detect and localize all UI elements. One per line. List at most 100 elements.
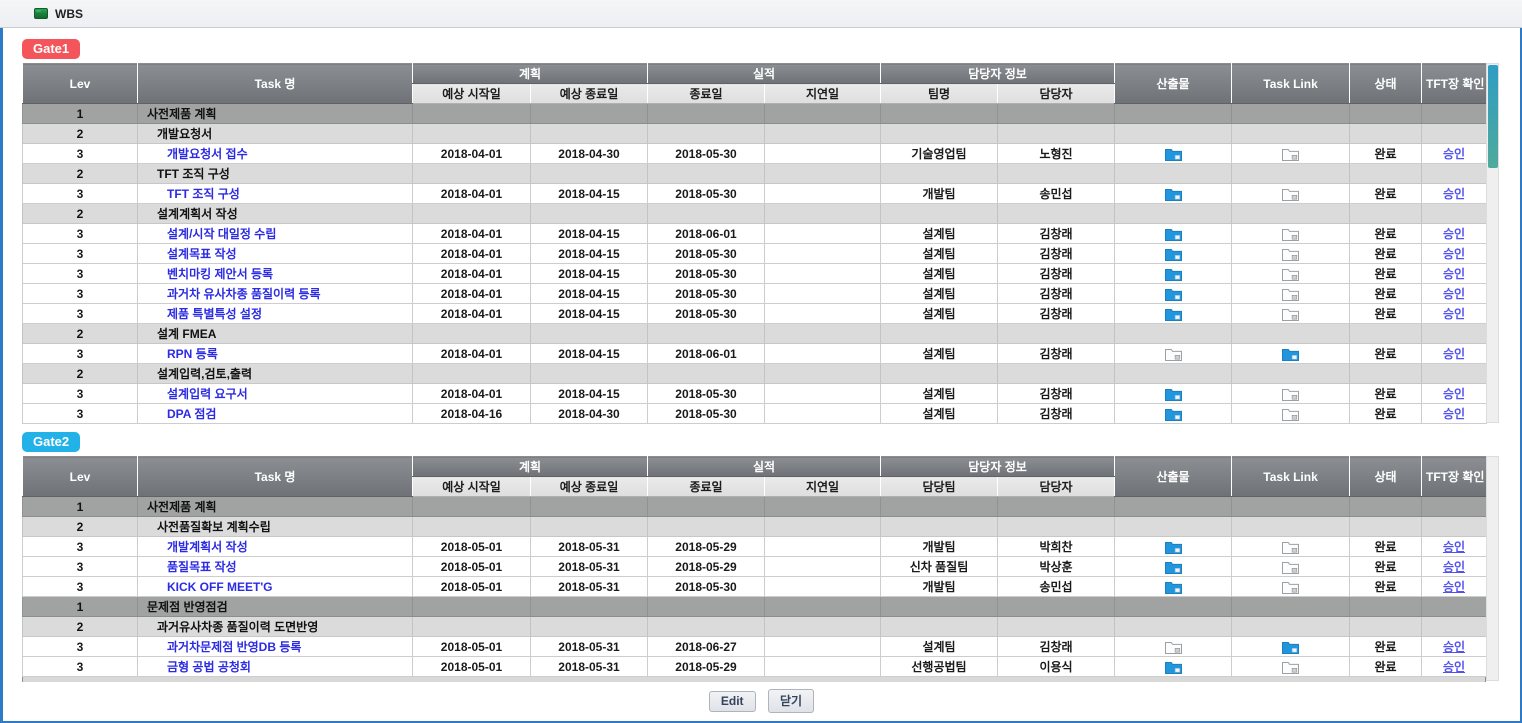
task-link[interactable]: 제품 특별특성 설정 — [167, 307, 262, 321]
approve-link[interactable]: 승인 — [1443, 247, 1465, 261]
approve-link[interactable]: 승인 — [1443, 347, 1465, 361]
task-link[interactable]: 품질목표 작성 — [167, 560, 237, 574]
task-link[interactable]: TFT 조직 구성 — [167, 187, 240, 201]
blue-folder-icon[interactable] — [1165, 388, 1182, 401]
task-cell: KICK OFF MEET'G — [138, 577, 413, 597]
blue-folder-icon[interactable] — [1165, 541, 1182, 554]
deliverable-cell — [1115, 244, 1232, 264]
approve-link[interactable]: 승인 — [1443, 227, 1465, 241]
approve-link[interactable]: 승인 — [1443, 660, 1465, 674]
task-link-cell — [1232, 224, 1350, 244]
blue-folder-icon[interactable] — [1165, 288, 1182, 301]
gray-folder-icon[interactable] — [1282, 581, 1299, 594]
task-link[interactable]: 설계목표 작성 — [167, 247, 237, 261]
gate2-scrollbar[interactable] — [1486, 456, 1499, 681]
gray-folder-icon[interactable] — [1282, 148, 1299, 161]
gray-folder-icon[interactable] — [1282, 288, 1299, 301]
gray-folder-icon[interactable] — [1282, 561, 1299, 574]
task-link[interactable]: 개발계획서 작성 — [167, 540, 248, 554]
blue-folder-icon[interactable] — [1165, 561, 1182, 574]
gray-folder-icon[interactable] — [1165, 348, 1182, 361]
approve-link[interactable]: 승인 — [1443, 287, 1465, 301]
approve-link[interactable]: 승인 — [1443, 560, 1465, 574]
task-link-cell — [1232, 144, 1350, 164]
approve-link[interactable]: 승인 — [1443, 640, 1465, 654]
blue-folder-icon[interactable] — [1165, 308, 1182, 321]
blue-folder-icon[interactable] — [1165, 188, 1182, 201]
approve-link[interactable]: 승인 — [1443, 580, 1465, 594]
actual-end-cell: 2018-06-01 — [648, 224, 765, 244]
gray-folder-icon[interactable] — [1165, 641, 1182, 654]
lev-cell: 2 — [23, 124, 138, 144]
plan-end-cell — [531, 324, 648, 344]
blue-folder-icon[interactable] — [1165, 408, 1182, 421]
approve-link[interactable]: 승인 — [1443, 147, 1465, 161]
delay-cell — [765, 384, 881, 404]
gray-folder-icon[interactable] — [1282, 268, 1299, 281]
approve-link[interactable]: 승인 — [1443, 187, 1465, 201]
approve-link[interactable]: 승인 — [1443, 387, 1465, 401]
tft-confirm-cell: 승인 — [1422, 404, 1487, 424]
owner-cell — [998, 497, 1115, 517]
actual-end-cell: 2018-05-30 — [648, 304, 765, 324]
task-link[interactable]: RPN 등록 — [167, 347, 218, 361]
deliverable-cell — [1115, 657, 1232, 677]
gate1-scrollbar[interactable] — [1486, 63, 1499, 423]
gray-folder-icon[interactable] — [1282, 308, 1299, 321]
gray-folder-icon[interactable] — [1282, 388, 1299, 401]
owner-cell: 김창래 — [998, 384, 1115, 404]
team-cell — [881, 324, 998, 344]
gray-folder-icon[interactable] — [1282, 541, 1299, 554]
plan-end-cell — [531, 617, 648, 637]
blue-folder-icon[interactable] — [1165, 581, 1182, 594]
task-link[interactable]: 금형 공법 공청회 — [167, 660, 251, 674]
col-header-plan-end: 예상 종료일 — [531, 84, 648, 104]
blue-folder-icon[interactable] — [1282, 641, 1299, 654]
close-button[interactable]: 닫기 — [768, 689, 814, 713]
gray-folder-icon[interactable] — [1282, 661, 1299, 674]
delay-cell — [765, 184, 881, 204]
approve-link[interactable]: 승인 — [1443, 307, 1465, 321]
table-row: 3제품 특별특성 설정2018-04-012018-04-152018-05-3… — [23, 304, 1487, 324]
task-link[interactable]: 과거차문제점 반영DB 등록 — [167, 640, 301, 654]
gray-folder-icon[interactable] — [1282, 248, 1299, 261]
task-link[interactable]: 설계/시작 대일정 수립 — [167, 227, 276, 241]
blue-folder-icon[interactable] — [1165, 248, 1182, 261]
task-link[interactable]: 설계입력 요구서 — [167, 387, 248, 401]
actual-end-cell — [648, 517, 765, 537]
blue-folder-icon[interactable] — [1165, 268, 1182, 281]
delay-cell — [765, 244, 881, 264]
task-link[interactable]: 개발요청서 접수 — [167, 147, 248, 161]
gray-folder-icon[interactable] — [1282, 408, 1299, 421]
approve-link[interactable]: 승인 — [1443, 407, 1465, 421]
task-link[interactable]: 벤치마킹 제안서 등록 — [167, 267, 273, 281]
task-link[interactable]: 과거차 유사차종 품질이력 등록 — [167, 287, 321, 301]
page-frame: Gate1 Lev Task 명 계획 실적 담당자 정보 산출물 Task L… — [0, 28, 1522, 723]
lev-cell: 3 — [23, 224, 138, 244]
owner-cell: 박상훈 — [998, 557, 1115, 577]
blue-folder-icon[interactable] — [1165, 661, 1182, 674]
gate1-scrollbar-thumb[interactable] — [1488, 65, 1498, 168]
edit-button[interactable]: Edit — [709, 691, 756, 712]
approve-link[interactable]: 승인 — [1443, 540, 1465, 554]
task-link-cell — [1232, 404, 1350, 424]
task-link[interactable]: KICK OFF MEET'G — [167, 580, 273, 594]
approve-link[interactable]: 승인 — [1443, 267, 1465, 281]
col-header-lev: Lev — [23, 457, 138, 497]
blue-folder-icon[interactable] — [1165, 228, 1182, 241]
plan-start-cell: 2018-04-01 — [413, 184, 531, 204]
blue-folder-icon[interactable] — [1282, 348, 1299, 361]
deliverable-cell — [1115, 617, 1232, 637]
gray-folder-icon[interactable] — [1282, 188, 1299, 201]
task-link-cell — [1232, 184, 1350, 204]
actual-end-cell: 2018-05-30 — [648, 264, 765, 284]
plan-end-cell: 2018-04-15 — [531, 224, 648, 244]
team-cell — [881, 617, 998, 637]
col-header-tft: TFT장 확인 — [1422, 457, 1487, 497]
task-cell: 사전품질확보 계획수립 — [138, 517, 413, 537]
team-cell: 개발팀 — [881, 577, 998, 597]
gray-folder-icon[interactable] — [1282, 228, 1299, 241]
task-link[interactable]: DPA 점검 — [167, 407, 216, 421]
blue-folder-icon[interactable] — [1165, 148, 1182, 161]
delay-cell — [765, 617, 881, 637]
